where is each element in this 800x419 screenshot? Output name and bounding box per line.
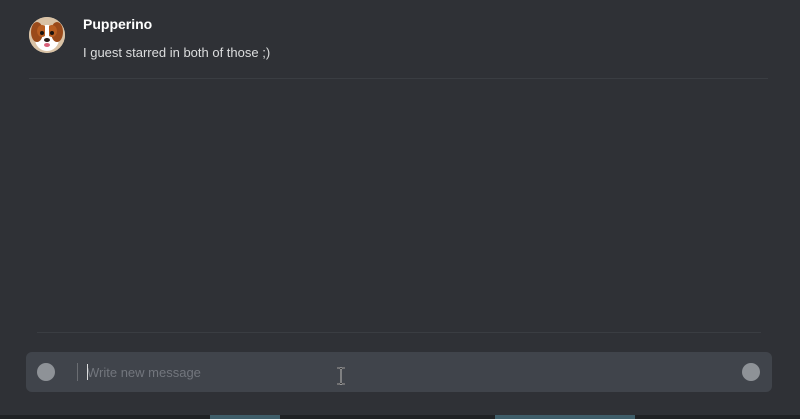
composer-divider — [37, 332, 761, 333]
message-author[interactable]: Pupperino — [83, 16, 152, 32]
bottom-edge-segment — [495, 415, 635, 419]
attach-button[interactable] — [37, 363, 55, 381]
dog-avatar-icon — [29, 17, 65, 53]
composer-separator — [77, 363, 78, 381]
bottom-edge-segment — [210, 415, 280, 419]
message-divider — [29, 78, 768, 79]
avatar[interactable] — [29, 17, 65, 53]
chat-window: Pupperino I guest starred in both of tho… — [0, 0, 800, 419]
message-input[interactable] — [87, 360, 707, 384]
emoji-button[interactable] — [742, 363, 760, 381]
text-cursor-icon — [337, 367, 345, 385]
message-composer — [26, 352, 772, 392]
window-bottom-edge — [0, 415, 800, 419]
message-item: Pupperino I guest starred in both of tho… — [0, 0, 800, 80]
text-caret — [87, 364, 88, 380]
message-text: I guest starred in both of those ;) — [83, 45, 271, 60]
